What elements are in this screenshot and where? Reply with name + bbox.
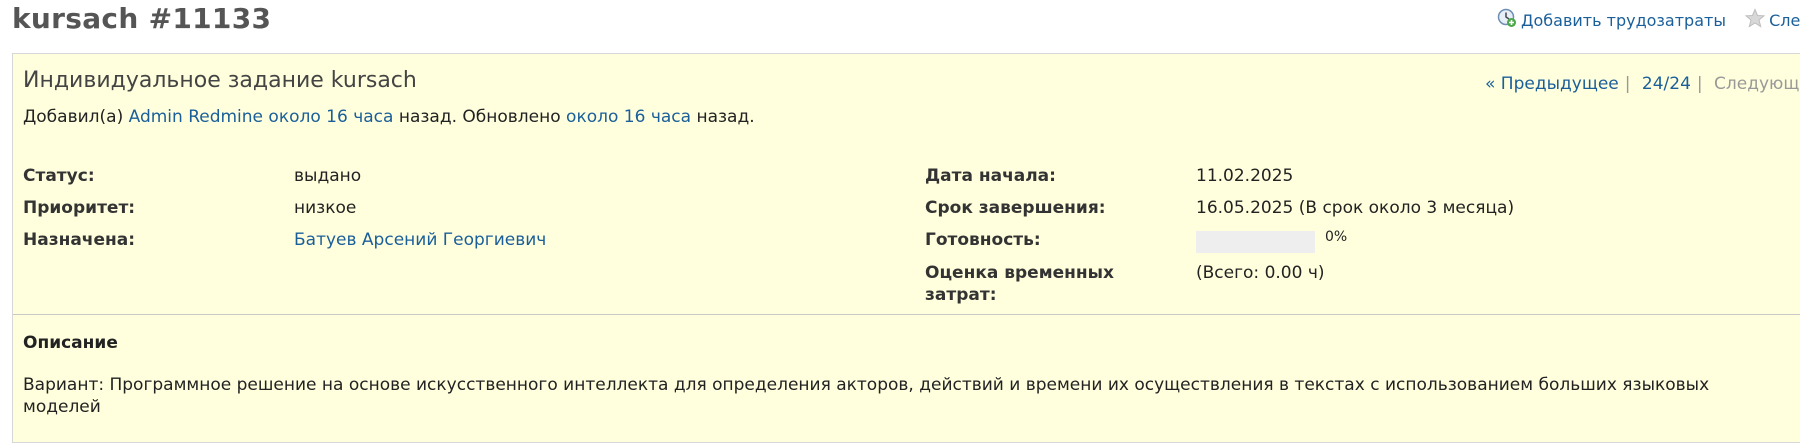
- estimate-value: (Всего: 0.00 ч): [1196, 263, 1325, 283]
- assignee-label: Назначена:: [23, 230, 136, 250]
- watch-link[interactable]: Сле: [1769, 11, 1800, 30]
- estimate-label-line1: Оценка временных: [925, 263, 1114, 283]
- page-title: kursach #11133: [12, 2, 272, 35]
- due-date-value: 16.05.2025 (В срок около 3 месяца): [1196, 198, 1515, 218]
- estimate-label: Оценка временных затрат:: [925, 262, 1114, 306]
- created-ago-link[interactable]: около 16 часа: [268, 107, 393, 127]
- description-divider: [13, 314, 1800, 315]
- log-time-action[interactable]: Добавить трудозатраты: [1497, 8, 1726, 32]
- star-icon: [1744, 8, 1769, 32]
- assignee-link[interactable]: Батуев Арсений Георгиевич: [294, 230, 546, 250]
- added-by-prefix: Добавил(а): [23, 107, 124, 127]
- issue-navigation: « Предыдущее| 24/24| Следующе: [1485, 74, 1800, 94]
- start-date-value: 11.02.2025: [1196, 166, 1294, 186]
- author-line: Добавил(а) Admin Redmine около 16 часа н…: [23, 107, 755, 127]
- description-heading: Описание: [23, 333, 118, 353]
- status-label: Статус:: [23, 166, 95, 186]
- prev-issue-link[interactable]: « Предыдущее: [1485, 74, 1619, 94]
- next-issue-label: Следующе: [1714, 74, 1800, 94]
- due-date-label: Срок завершения:: [925, 198, 1106, 218]
- issue-subject: Индивидуальное задание kursach: [23, 68, 417, 93]
- clock-add-icon: [1497, 8, 1521, 32]
- watch-action[interactable]: Сле: [1744, 8, 1800, 32]
- description-text: Вариант: Программное решение на основе и…: [23, 375, 1710, 417]
- priority-label: Приоритет:: [23, 198, 136, 218]
- author-link[interactable]: Admin Redmine: [129, 107, 263, 127]
- start-date-label: Дата начала:: [925, 166, 1056, 186]
- log-time-link[interactable]: Добавить трудозатраты: [1521, 11, 1726, 30]
- done-ratio-text: 0%: [1325, 229, 1348, 245]
- author-line-suffix: назад.: [696, 107, 755, 127]
- updated-prefix: назад. Обновлено: [398, 107, 561, 127]
- updated-ago-link[interactable]: около 16 часа: [566, 107, 691, 127]
- done-ratio-label: Готовность:: [925, 230, 1041, 250]
- issue-position-link[interactable]: 24/24: [1642, 74, 1691, 94]
- priority-value: низкое: [294, 198, 357, 218]
- status-value: выдано: [294, 166, 362, 186]
- contextual-actions: Добавить трудозатраты Сле: [1497, 8, 1800, 32]
- done-ratio-progress-bar: [1196, 231, 1315, 253]
- estimate-label-line2: затрат:: [925, 285, 997, 305]
